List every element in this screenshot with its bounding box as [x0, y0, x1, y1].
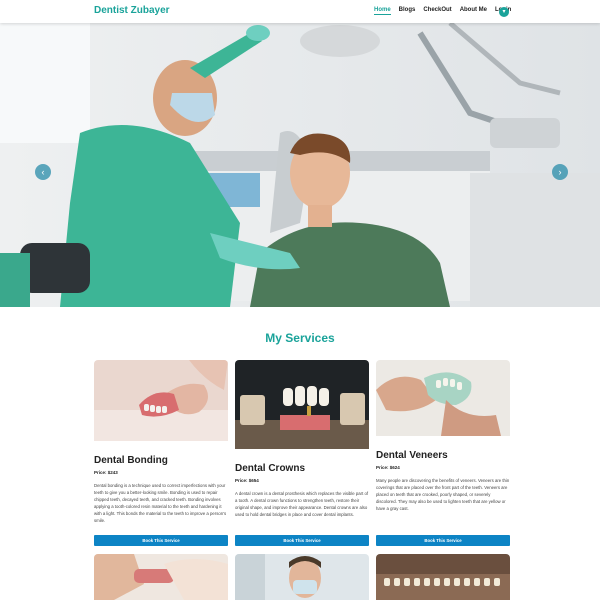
hero-image	[0, 23, 600, 307]
hero-carousel: ‹ ›	[0, 23, 600, 307]
nav-blogs[interactable]: Blogs	[399, 7, 416, 15]
navbar: Dentist Zubayer Home Blogs CheckOut Abou…	[0, 0, 600, 23]
nav-home[interactable]: Home	[374, 7, 391, 15]
service-description: Many people are discovering the benefits…	[376, 478, 510, 511]
service-card-veneers: Dental Veneers Price: $624 Many people a…	[376, 360, 510, 512]
service-image	[376, 554, 510, 600]
service-name: Dental Crowns	[235, 463, 306, 474]
service-card-bonding: Dental Bonding Price: $243 Dental bondin…	[94, 360, 228, 524]
book-service-button[interactable]: Book This Service	[376, 535, 510, 546]
nav-menu: Home Blogs CheckOut About Me Login	[374, 7, 519, 15]
service-price: Price: $654	[235, 478, 259, 483]
book-service-button[interactable]: Book This Service	[235, 535, 369, 546]
services-title: My Services	[265, 331, 335, 345]
service-price: Price: $243	[94, 470, 118, 475]
service-price: Price: $624	[376, 465, 400, 470]
service-image	[94, 360, 228, 446]
service-image	[235, 360, 369, 454]
service-description: Dental bonding is a technique used to co…	[94, 483, 227, 523]
service-image	[94, 554, 228, 600]
service-name: Dental Veneers	[376, 450, 448, 461]
service-image	[235, 554, 369, 600]
carousel-prev-button[interactable]: ‹	[35, 164, 51, 180]
service-name: Dental Bonding	[94, 455, 168, 466]
nav-checkout[interactable]: CheckOut	[423, 7, 451, 15]
brand-logo[interactable]: Dentist Zubayer	[94, 5, 170, 16]
carousel-next-button[interactable]: ›	[552, 164, 568, 180]
service-image	[376, 360, 510, 441]
service-card-crowns: Dental Crowns Price: $654 A dental crown…	[235, 360, 369, 518]
service-description: A dental crown is a dental prosthesis wh…	[235, 491, 369, 517]
nav-about[interactable]: About Me	[460, 7, 487, 15]
chevron-down-icon[interactable]: ▾	[499, 7, 509, 17]
book-service-button[interactable]: Book This Service	[94, 535, 228, 546]
